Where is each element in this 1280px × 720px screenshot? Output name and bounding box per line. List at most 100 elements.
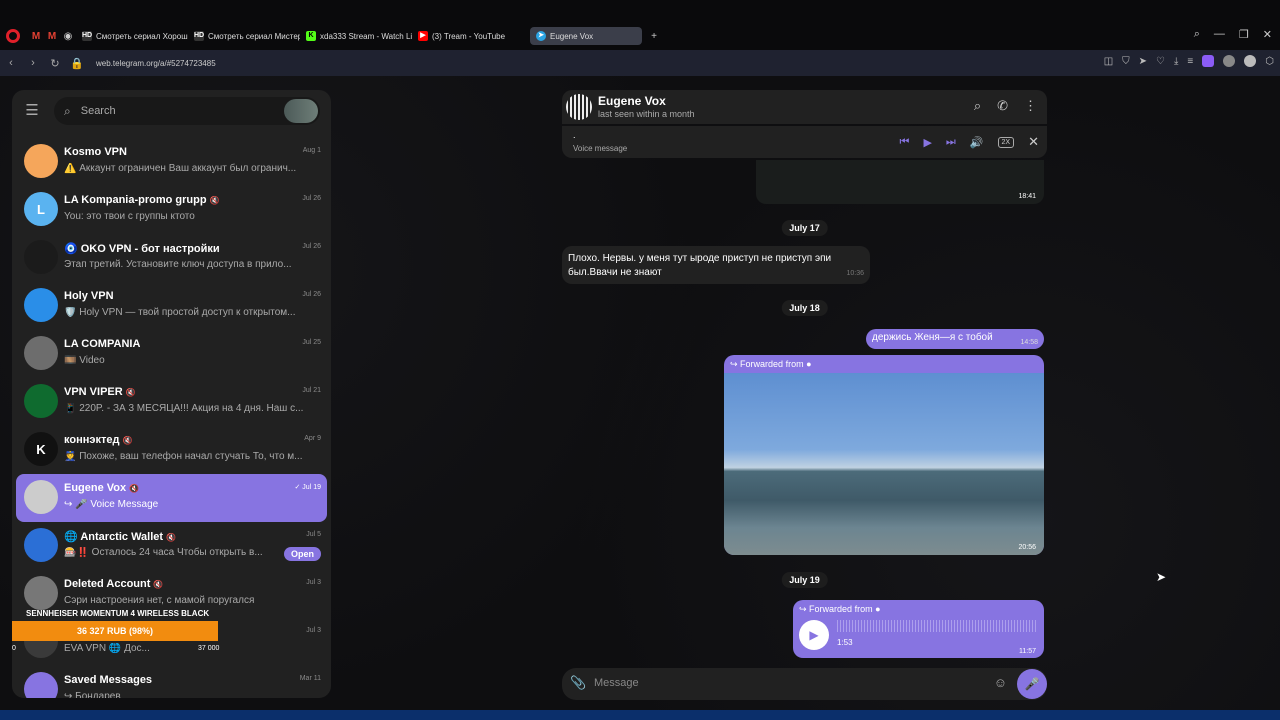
close-window-icon[interactable]: ✕: [1263, 28, 1272, 41]
open-button[interactable]: Open: [283, 547, 321, 561]
voice-waveform[interactable]: [837, 620, 1037, 632]
menu-icon[interactable]: ≡: [1187, 56, 1193, 67]
tab-youtube[interactable]: ▶ (3) Tream - YouTube: [412, 27, 524, 45]
gmail-icon[interactable]: M: [28, 28, 44, 44]
chat-list-item[interactable]: 🌐 Antarctic Wallet 🔇 Jul 5 🎰‼️ Осталось 24 …: [16, 522, 327, 570]
minimize-icon[interactable]: —: [1214, 28, 1225, 41]
chat-date: Mar 11: [299, 675, 321, 682]
chat-date: Apr 9: [304, 435, 321, 442]
os-taskbar: [0, 710, 1280, 720]
new-tab-icon[interactable]: +: [646, 28, 662, 44]
play-icon[interactable]: ▶: [923, 136, 931, 149]
muted-icon: 🔇: [166, 533, 177, 542]
forwarded-label: ↪ Forwarded from ●: [730, 359, 812, 369]
message-composer[interactable]: 📎 Message ☺: [562, 668, 1047, 700]
chat-list-item[interactable]: Kконнэктед 🔇 Apr 9 👮 Похоже, ваш телефон на…: [16, 426, 327, 474]
hd-icon: HD: [82, 31, 93, 41]
chat-list-item[interactable]: L LA Kompania-promo grupp 🔇 Jul 26 You: это …: [16, 186, 327, 234]
chat-avatar: [24, 144, 58, 178]
toolbar-extensions: ◫ ⛉ ➤ ♡ ⤓ ≡ ⬡: [1104, 55, 1274, 67]
audio-player: . Voice message ⏮ ▶ ⏭ 🔊 2X ✕: [562, 126, 1047, 158]
player-title: .: [573, 130, 576, 140]
forward-icon[interactable]: ›: [22, 57, 44, 69]
chat-name-text: 🧿 OKO VPN - бот настройки: [64, 243, 220, 255]
chat-list-item[interactable]: Holy VPN Jul 26 🛡️ Holy VPN — твой простой…: [16, 282, 327, 330]
back-icon[interactable]: ‹: [0, 57, 22, 69]
chat-list-item[interactable]: VPN VIPER 🔇 Jul 21 📱 220P. - ЗА 3 МЕСЯЦА!!!…: [16, 378, 327, 426]
beach-photo[interactable]: [724, 373, 1044, 555]
stories-avatar[interactable]: [284, 99, 318, 123]
chat-name-text: Eugene Vox: [64, 482, 127, 494]
chat-date: Jul 3: [306, 579, 321, 586]
kick-icon: K: [306, 31, 316, 41]
chat-preview: 🎞️ Video: [64, 355, 105, 366]
chat-list-item[interactable]: 🧿 OKO VPN - бот настройки Jul 26 Этап трет…: [16, 234, 327, 282]
forwarded-label: ↪ Forwarded from ●: [799, 604, 881, 614]
date-separator: July 17: [781, 220, 828, 236]
search-tabs-icon[interactable]: ⌕: [1194, 28, 1200, 41]
muted-icon: 🔇: [125, 388, 136, 397]
search-input[interactable]: ⌕ Search: [54, 97, 320, 125]
chrome-icon[interactable]: ◉: [60, 28, 76, 44]
chat-name-text: Saved Messages: [64, 674, 153, 686]
muted-icon: 🔇: [129, 484, 140, 493]
download-icon[interactable]: ⤓: [1174, 56, 1178, 67]
extension-icon[interactable]: [1244, 55, 1257, 67]
tab-hd-1[interactable]: HD Смотреть сериал Хорош: [76, 27, 188, 45]
restore-icon[interactable]: ❐: [1239, 28, 1249, 41]
gmail-icon[interactable]: M: [44, 28, 60, 44]
chat-avatar: [24, 528, 58, 562]
chat-list-item[interactable]: Eugene Vox 🔇 ✓ Jul 19 ↪ 🎤 Voice Message: [16, 474, 327, 522]
volume-icon[interactable]: 🔊: [970, 136, 984, 149]
tab-telegram[interactable]: ➤ Eugene Vox: [530, 27, 642, 45]
goal-max: 37 000: [198, 645, 220, 652]
chat-date: ✓ Jul 19: [294, 484, 322, 491]
profile-icon[interactable]: [1202, 55, 1215, 67]
lock-icon[interactable]: 🔒: [66, 57, 88, 70]
chat-name: LA COMPANIA: [64, 338, 140, 350]
search-icon[interactable]: ⌕: [974, 98, 981, 114]
chat-avatar[interactable]: [566, 94, 592, 120]
phone-icon[interactable]: ✆: [997, 98, 1008, 114]
search-placeholder: Search: [80, 105, 116, 117]
extensions-puzzle-icon[interactable]: ⬡: [1265, 56, 1274, 67]
heart-icon[interactable]: ♡: [1156, 56, 1165, 67]
reload-icon[interactable]: ↻: [44, 57, 66, 70]
chat-name-text: коннэктед: [64, 434, 120, 446]
playback-speed-button[interactable]: 2X: [997, 136, 1015, 148]
tab-kick[interactable]: Kxda333 Stream - Watch Li: [300, 27, 412, 45]
send-icon[interactable]: ➤: [1139, 56, 1147, 67]
chat-list-item[interactable]: Kosmo VPN Aug 1 ⚠️ Аккаунт ограничен Ваш а…: [16, 138, 327, 186]
outgoing-message[interactable]: держись Женя—я с тобой 14:58: [866, 329, 1044, 349]
chat-header[interactable]: Eugene Vox last seen within a month ⌕ ✆ …: [562, 90, 1047, 124]
incoming-message[interactable]: Плохо. Нервы. у меня тут ыроде приступ н…: [562, 246, 870, 284]
camera-icon[interactable]: ◫: [1104, 56, 1113, 67]
hamburger-menu-icon[interactable]: ☰: [12, 101, 52, 119]
url-field[interactable]: web.telegram.org/a/#5274723485: [96, 59, 216, 68]
voice-duration: 1:53: [837, 638, 853, 647]
message-input[interactable]: Message: [594, 677, 639, 689]
forwarded-photo-message[interactable]: ↪ Forwarded from ● 20:56: [724, 355, 1044, 555]
chat-list-item[interactable]: LA COMPANIA Jul 25 🎞️ Video: [16, 330, 327, 378]
mouse-cursor-icon: ➤: [1156, 570, 1167, 584]
message-time: 10:36: [846, 270, 864, 277]
goal-min: 0: [12, 645, 16, 652]
tab-hd-2[interactable]: HD Смотреть сериал Мистер: [188, 27, 300, 45]
forwarded-voice-message[interactable]: ↪ Forwarded from ● ▶ 1:53 11:57: [793, 600, 1044, 658]
close-player-icon[interactable]: ✕: [1028, 134, 1039, 150]
chat-name: 🧿 OKO VPN - бот настройки: [64, 242, 220, 255]
extension-icon[interactable]: [1223, 55, 1236, 67]
attach-icon[interactable]: 📎: [570, 675, 586, 691]
more-icon[interactable]: ⋮: [1024, 98, 1037, 114]
next-icon[interactable]: ⏭: [946, 136, 956, 149]
chat-list-item[interactable]: Saved Messages Mar 11 ↪ Бондарев: [16, 666, 327, 698]
image-message[interactable]: 18:41: [756, 160, 1044, 204]
opera-logo-icon[interactable]: [6, 29, 20, 43]
play-voice-button[interactable]: ▶: [799, 620, 829, 650]
shield-icon[interactable]: ⛉: [1122, 56, 1130, 67]
muted-icon: 🔇: [209, 196, 220, 205]
microphone-button[interactable]: 🎤: [1017, 669, 1047, 699]
emoji-icon[interactable]: ☺: [994, 675, 1007, 690]
messages-area: 18:41 July 17 Плохо. Нервы. у меня тут ы…: [562, 160, 1047, 660]
previous-icon[interactable]: ⏮: [900, 136, 910, 149]
